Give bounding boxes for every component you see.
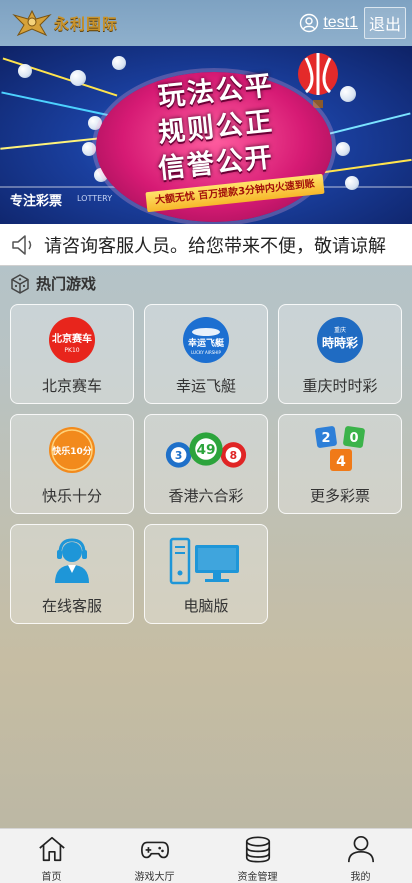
svg-text:4: 4 <box>336 454 346 470</box>
banner-left-subtext: LOTTERY <box>77 194 113 203</box>
svg-text:LUCKY AIRSHIP: LUCKY AIRSHIP <box>191 350 221 355</box>
game-tile-chongqing-ssc[interactable]: 重庆 時時彩 重庆时时彩 <box>278 304 402 404</box>
game-tile-desktop[interactable]: 电脑版 <box>144 524 268 624</box>
svg-text:2: 2 <box>321 431 330 446</box>
section-header: 热门游戏 <box>10 273 96 294</box>
nav-fund-management[interactable]: 资金管理 <box>206 829 309 883</box>
svg-text:0: 0 <box>349 431 358 446</box>
user-circle-icon[interactable] <box>299 13 319 33</box>
game-label: 北京赛车 <box>41 377 102 395</box>
beijing-racing-icon: 北京赛车 PK10 <box>49 317 95 363</box>
nav-label: 游戏大厅 <box>134 872 175 883</box>
home-icon <box>38 836 65 862</box>
customer-service-icon <box>55 538 89 583</box>
banner-left-text: 专注彩票 <box>10 194 63 209</box>
game-tile-hk-mark-six[interactable]: 3 8 49 香港六合彩 <box>144 414 268 514</box>
svg-text:北京赛车: 北京赛车 <box>52 332 92 345</box>
game-label: 电脑版 <box>183 597 229 615</box>
game-label: 快乐十分 <box>41 487 102 505</box>
notice-text: 请咨询客服人员。给您带来不便，敬请谅解 <box>44 235 386 257</box>
promo-banner[interactable]: 玩法公平 规则公正 信誉公开 大额无忧 百万提款3分钟内火速到账 专注彩票 LO… <box>0 46 412 224</box>
speaker-icon <box>12 234 32 255</box>
game-label: 在线客服 <box>41 597 102 615</box>
game-tile-beijing-racing[interactable]: 北京赛车 PK10 北京赛车 <box>10 304 134 404</box>
lucky-airship-icon: 幸运飞艇 LUCKY AIRSHIP <box>183 317 229 363</box>
section-title: 热门游戏 <box>36 275 97 293</box>
logo[interactable]: 永利国际 <box>12 5 118 41</box>
nav-game-hall[interactable]: 游戏大厅 <box>103 829 206 883</box>
logo-text: 永利国际 <box>54 14 119 33</box>
svg-text:重庆: 重庆 <box>334 326 346 334</box>
svg-text:49: 49 <box>196 442 215 458</box>
username-link[interactable]: test1 <box>323 14 358 32</box>
nav-label: 我的 <box>350 872 371 883</box>
game-tile-happy-ten[interactable]: 快乐10分 快乐十分 <box>10 414 134 514</box>
logout-button[interactable]: 退出 <box>364 7 406 39</box>
game-tile-lucky-airship[interactable]: 幸运飞艇 LUCKY AIRSHIP 幸运飞艇 <box>144 304 268 404</box>
happy-ten-icon: 快乐10分 <box>49 427 95 473</box>
bottom-nav: 首页 游戏大厅 资金管理 我的 <box>0 828 412 883</box>
svg-text:快乐10分: 快乐10分 <box>52 445 92 457</box>
gamepad-icon <box>140 841 169 859</box>
user-icon <box>347 835 374 863</box>
svg-text:幸运飞艇: 幸运飞艇 <box>188 337 225 349</box>
coins-icon <box>245 836 270 863</box>
dice-icon <box>11 273 29 294</box>
game-label: 重庆时时彩 <box>302 377 378 395</box>
game-tile-customer-service[interactable]: 在线客服 <box>10 524 134 624</box>
hk-mark-six-icon: 3 8 49 <box>165 432 247 468</box>
more-lottery-icon: 2 0 4 <box>315 426 365 471</box>
svg-text:8: 8 <box>230 449 237 462</box>
nav-home[interactable]: 首页 <box>0 829 103 883</box>
eagle-emblem-icon <box>12 9 52 37</box>
header-actions: test1 退出 <box>299 7 406 39</box>
nav-label: 首页 <box>41 872 62 883</box>
svg-text:時時彩: 時時彩 <box>322 335 358 350</box>
svg-text:PK10: PK10 <box>64 347 79 354</box>
game-label: 香港六合彩 <box>168 487 244 505</box>
game-label: 更多彩票 <box>309 487 370 505</box>
notice-marquee[interactable]: 请咨询客服人员。给您带来不便，敬请谅解 <box>0 224 412 266</box>
nav-mine[interactable]: 我的 <box>309 829 412 883</box>
desktop-icon <box>169 537 239 585</box>
game-label: 幸运飞艇 <box>175 377 236 395</box>
svg-text:3: 3 <box>175 449 182 462</box>
chongqing-ssc-icon: 重庆 時時彩 <box>317 317 363 363</box>
game-tile-more-lottery[interactable]: 2 0 4 更多彩票 <box>278 414 402 514</box>
nav-label: 资金管理 <box>237 872 278 883</box>
top-header: 永利国际 test1 退出 <box>0 0 412 46</box>
